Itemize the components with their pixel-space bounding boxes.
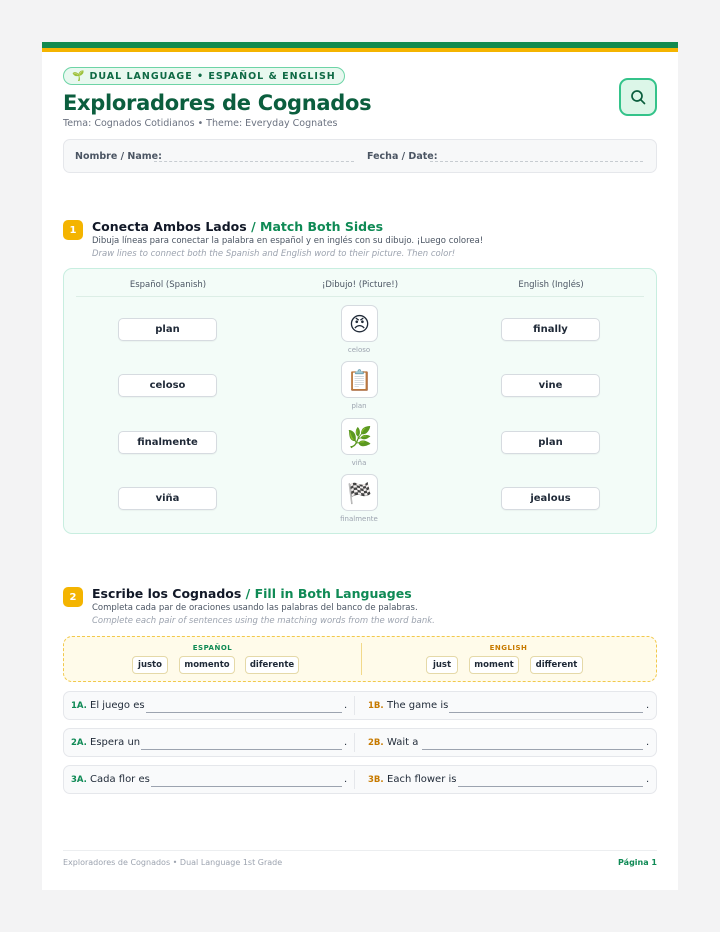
picture-label-3: viña: [351, 459, 367, 467]
picture-label-1: celoso: [347, 346, 371, 354]
sentence-row-divider: [354, 733, 355, 752]
section-1-title-en: Match Both Sides: [260, 219, 384, 234]
sentence-1a-text: El juego es: [90, 700, 145, 711]
spanish-word-2[interactable]: celoso: [118, 374, 217, 397]
word-chip-momento[interactable]: momento: [179, 656, 235, 674]
sentence-3b-text: Each flower is: [387, 774, 457, 785]
name-field[interactable]: [154, 161, 354, 162]
sentence-row-2: 2A. Espera un . 2B. Wait a .: [63, 728, 657, 757]
checkered-flag-picture[interactable]: 🏁: [341, 474, 378, 511]
english-word-4[interactable]: jealous: [501, 487, 600, 510]
search-icon: [631, 90, 646, 105]
section-1-title: Conecta Ambos Lados / Match Both Sides: [92, 219, 383, 234]
sentence-row-divider: [354, 770, 355, 789]
sentence-1a-number: 1A.: [71, 701, 87, 711]
word-chip-just[interactable]: just: [426, 656, 458, 674]
word-chip-moment[interactable]: moment: [469, 656, 519, 674]
angry-face-picture[interactable]: 😠: [341, 305, 378, 342]
page-title: Exploradores de Cognados: [63, 91, 372, 115]
word-bank: ESPAÑOL justo momento diferente ENGLISH …: [63, 636, 657, 682]
sentence-3a-text: Cada flor es: [90, 774, 150, 785]
sentence-2a-number: 2A.: [71, 738, 87, 748]
sentence-1a-blank[interactable]: [146, 712, 342, 713]
section-2-title-es: Escribe los Cognados: [92, 586, 242, 601]
matching-panel: Español (Spanish) ¡Dibujo! (Picture!) En…: [63, 268, 657, 534]
worksheet-page: 🌱 DUAL LANGUAGE • ESPAÑOL & ENGLISH Expl…: [42, 42, 678, 890]
date-field[interactable]: [430, 161, 643, 162]
word-chip-justo[interactable]: justo: [132, 656, 168, 674]
section-1-title-es: Conecta Ambos Lados: [92, 219, 247, 234]
sprout-icon: 🌱: [72, 70, 86, 82]
vine-leaf-picture[interactable]: 🌿: [341, 418, 378, 455]
english-word-1[interactable]: finally: [501, 318, 600, 341]
word-bank-english-label: ENGLISH: [489, 644, 528, 652]
sentence-3b-number: 3B.: [368, 775, 384, 785]
date-label: Fecha / Date:: [367, 151, 438, 162]
word-chip-different[interactable]: different: [530, 656, 583, 674]
word-bank-spanish-label: ESPAÑOL: [192, 644, 233, 652]
sentence-row-1: 1A. El juego es . 1B. The game is .: [63, 691, 657, 720]
word-chip-diferente[interactable]: diferente: [245, 656, 299, 674]
sentence-2a-text: Espera un: [90, 737, 141, 748]
section-2-instructions-en: Complete each pair of sentences using th…: [92, 616, 435, 626]
section-2-title-sep: /: [241, 586, 255, 601]
section-1-instructions-es: Dibuja líneas para conectar la palabra e…: [92, 236, 484, 246]
spanish-word-4[interactable]: viña: [118, 487, 217, 510]
section-1-number: 1: [63, 220, 83, 240]
section-2-title: Escribe los Cognados / Fill in Both Lang…: [92, 586, 412, 601]
column-header-english: English (Inglés): [518, 280, 584, 290]
english-word-2[interactable]: vine: [501, 374, 600, 397]
section-2-title-en: Fill in Both Languages: [254, 586, 412, 601]
sentence-3a-blank[interactable]: [151, 786, 342, 787]
sentence-2b-text: Wait a: [387, 737, 419, 748]
sentence-3b-blank[interactable]: [458, 786, 643, 787]
sentence-2b-number: 2B.: [368, 738, 384, 748]
section-2-number: 2: [63, 587, 83, 607]
sentence-row-3: 3A. Cada flor es . 3B. Each flower is .: [63, 765, 657, 794]
sentence-3a-period: .: [344, 774, 348, 785]
tag-label: DUAL LANGUAGE • ESPAÑOL & ENGLISH: [89, 70, 336, 82]
header-divider: [76, 296, 644, 297]
page-number: Página 1: [618, 858, 657, 867]
section-1-instructions-en: Draw lines to connect both the Spanish a…: [92, 249, 456, 259]
dual-language-tag: 🌱 DUAL LANGUAGE • ESPAÑOL & ENGLISH: [63, 67, 345, 85]
sentence-1b-blank[interactable]: [449, 712, 643, 713]
search-button[interactable]: [619, 78, 657, 116]
sentence-1b-number: 1B.: [368, 701, 384, 711]
page-subtitle: Tema: Cognados Cotidianos • Theme: Every…: [63, 118, 338, 129]
english-word-3[interactable]: plan: [501, 431, 600, 454]
spanish-word-1[interactable]: plan: [118, 318, 217, 341]
sentence-2b-period: .: [646, 737, 650, 748]
sentence-3a-number: 3A.: [71, 775, 87, 785]
sentence-row-divider: [354, 696, 355, 715]
name-date-box: Nombre / Name: Fecha / Date:: [63, 139, 657, 173]
sentence-1a-period: .: [344, 700, 348, 711]
spanish-word-3[interactable]: finalmente: [118, 431, 217, 454]
picture-label-4: finalmente: [340, 515, 378, 523]
sentence-3b-period: .: [646, 774, 650, 785]
section-2-instructions-es: Completa cada par de oraciones usando la…: [92, 603, 418, 613]
section-1-title-sep: /: [246, 219, 260, 234]
footer-title: Exploradores de Cognados • Dual Language…: [63, 858, 283, 867]
sentence-1b-period: .: [646, 700, 650, 711]
column-header-picture: ¡Dibujo! (Picture!): [321, 280, 399, 290]
sentence-2a-blank[interactable]: [141, 749, 342, 750]
clipboard-picture[interactable]: 📋: [341, 361, 378, 398]
name-label: Nombre / Name:: [75, 151, 162, 162]
column-header-spanish: Español (Spanish): [129, 280, 207, 290]
sentence-1b-text: The game is: [387, 700, 449, 711]
picture-label-2: plan: [351, 402, 367, 410]
sentence-2a-period: .: [344, 737, 348, 748]
page-footer: Exploradores de Cognados • Dual Language…: [63, 850, 657, 867]
sentence-2b-blank[interactable]: [422, 749, 643, 750]
